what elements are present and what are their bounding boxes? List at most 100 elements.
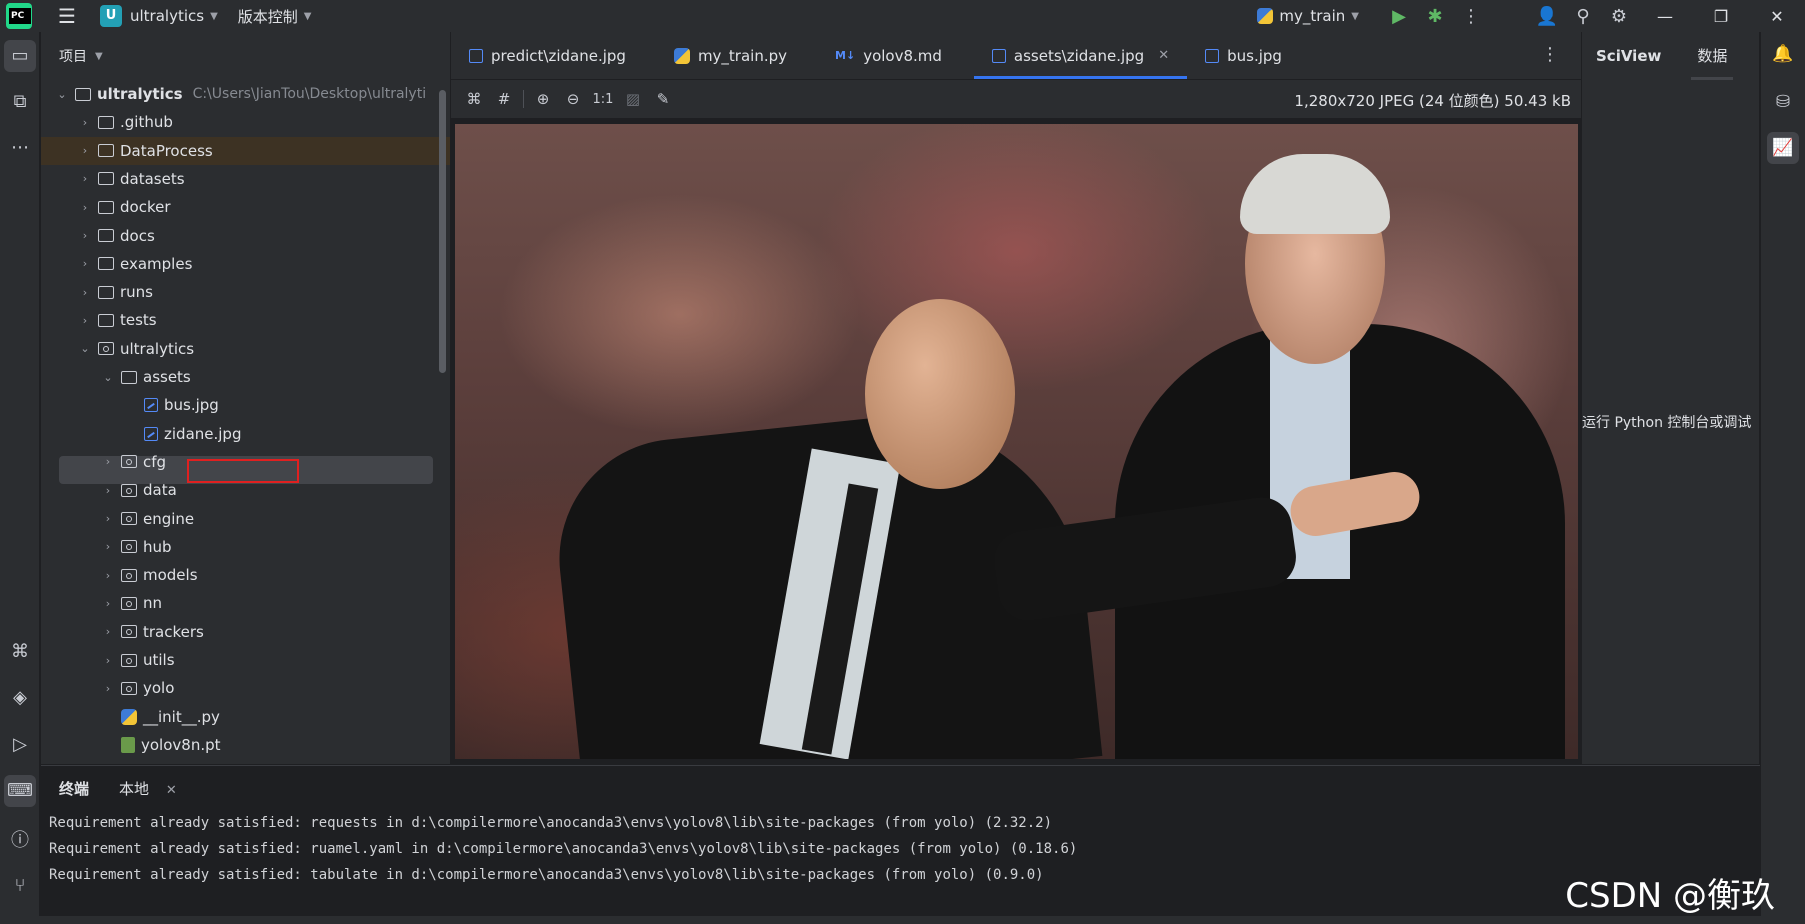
color-picker-icon[interactable]: ✎ (648, 90, 678, 108)
chevron-right-icon[interactable]: › (78, 116, 92, 129)
chevron-right-icon[interactable]: › (101, 597, 115, 610)
vertical-scrollbar[interactable] (439, 90, 446, 373)
project-folder-icon[interactable]: ▭ (4, 40, 36, 72)
sciview-icon[interactable]: 📈 (1767, 132, 1799, 164)
tab-sciview[interactable]: SciView (1582, 32, 1675, 80)
tree-item[interactable]: › DataProcess (41, 136, 450, 165)
tree-item[interactable]: › nn (41, 589, 450, 617)
tree-item[interactable]: zidane.jpg (41, 420, 450, 448)
chevron-right-icon[interactable]: › (101, 540, 115, 553)
tabs-more-icon[interactable]: ⋮ (1541, 44, 1559, 65)
minimize-icon[interactable]: — (1637, 7, 1693, 26)
right-tool-strip: 🔔 ⛁ 📈 (1760, 32, 1805, 916)
tab-assets-zidane[interactable]: assets\zidane.jpg ✕ (973, 32, 1188, 79)
folder-icon (98, 200, 114, 214)
tab-data[interactable]: 数据 (1683, 32, 1741, 80)
python-file-icon (121, 708, 137, 725)
tree-item-label: assets (143, 368, 191, 386)
close-tab-icon[interactable]: ✕ (1158, 48, 1169, 63)
chevron-right-icon[interactable]: › (78, 286, 92, 299)
main-menu-icon[interactable]: ☰ (58, 6, 80, 26)
chevron-right-icon[interactable]: › (101, 654, 115, 667)
tree-item[interactable]: › tests (41, 306, 450, 334)
chevron-right-icon[interactable]: › (78, 229, 92, 242)
chevron-right-icon[interactable]: › (101, 484, 115, 497)
close-tab-icon[interactable]: ✕ (166, 783, 177, 798)
chevron-right-icon[interactable]: › (101, 569, 115, 582)
run-config-label: my_train (1279, 7, 1346, 25)
tab-local[interactable]: 本地 ✕ (119, 778, 177, 799)
tab-label: predict\zidane.jpg (491, 46, 626, 65)
git-icon[interactable]: ⑂ (4, 870, 36, 902)
vcs-menu[interactable]: 版本控制 (238, 6, 298, 27)
tree-item-label: examples (120, 254, 193, 273)
add-user-icon[interactable]: 👤 (1529, 6, 1565, 27)
structure-icon[interactable]: ⧉ (4, 86, 36, 118)
tree-item[interactable]: › utils (41, 646, 450, 674)
tree-item[interactable]: ⌄ ultralytics C:\Users\JianTou\Desktop\ult… (41, 80, 450, 108)
chevron-right-icon[interactable]: › (78, 172, 92, 185)
chevron-right-icon[interactable]: › (101, 625, 115, 638)
chevron-down-icon[interactable]: ▼ (304, 11, 312, 22)
tree-item[interactable]: › docker (41, 193, 450, 221)
tab-predict-zidane[interactable]: predict\zidane.jpg (451, 32, 644, 79)
services-icon[interactable]: ▷ (4, 729, 36, 761)
chevron-right-icon[interactable]: › (101, 455, 115, 468)
tree-item[interactable]: ⌄ assets (41, 363, 450, 391)
python-console-icon[interactable]: ⌘ (4, 636, 36, 668)
chevron-right-icon[interactable]: › (101, 512, 115, 525)
chevron-right-icon[interactable]: › (78, 257, 92, 270)
chevron-down-icon[interactable]: ⌄ (55, 88, 69, 101)
background-icon[interactable]: ▨ (618, 90, 648, 108)
restore-icon[interactable]: ❐ (1693, 7, 1749, 26)
tree-item[interactable]: bus.jpg (41, 391, 450, 419)
run-icon[interactable]: ▶ (1381, 6, 1417, 27)
more-icon[interactable]: ⋮ (1453, 6, 1489, 27)
tree-item[interactable]: ⌄ ultralytics (41, 335, 450, 363)
tree-item[interactable]: › yolo (41, 674, 450, 702)
tree-item[interactable]: › datasets (41, 165, 450, 193)
tree-item[interactable]: yolov8n.pt (41, 731, 450, 759)
notifications-icon[interactable]: 🔔 (1767, 38, 1799, 70)
zoom-out-icon[interactable]: ⊖ (558, 90, 588, 108)
run-config-selector[interactable]: my_train ▼ (1257, 7, 1359, 25)
project-name[interactable]: ultralytics (130, 7, 204, 25)
chevron-right-icon[interactable]: › (78, 144, 92, 157)
close-icon[interactable]: ✕ (1749, 7, 1805, 26)
database-icon[interactable]: ⛁ (1767, 86, 1799, 118)
gear-icon[interactable]: ⚙ (1601, 6, 1637, 27)
terminal-output[interactable]: Requirement already satisfied: requests … (41, 810, 1760, 888)
tree-item[interactable]: › .github (41, 108, 450, 136)
tab-yolov8-md[interactable]: M↓ yolov8.md (805, 32, 960, 79)
tab-my-train[interactable]: my_train.py (644, 32, 805, 79)
tree-item[interactable]: › engine (41, 505, 450, 533)
project-panel-header[interactable]: 项目 ▼ (41, 32, 450, 80)
tree-item[interactable]: › hub (41, 533, 450, 561)
terminal-icon[interactable]: ⌨ (4, 775, 36, 807)
chevron-down-icon[interactable]: ▼ (210, 11, 218, 22)
project-badge[interactable]: U (100, 5, 122, 27)
fit-zoom-icon[interactable]: ⌘ (459, 90, 489, 108)
tree-item[interactable]: › trackers (41, 618, 450, 646)
more-tools-icon[interactable]: ⋯ (4, 132, 36, 164)
debug-icon[interactable]: ✱ (1417, 6, 1453, 27)
tree-item[interactable]: __init__.py (41, 703, 450, 731)
tree-item[interactable]: › examples (41, 250, 450, 278)
problems-icon[interactable]: ⓘ (4, 825, 36, 857)
tab-terminal[interactable]: 终端 (59, 778, 89, 799)
chevron-down-icon[interactable]: ⌄ (101, 371, 115, 384)
zoom-in-icon[interactable]: ⊕ (528, 90, 558, 108)
tree-item[interactable]: › runs (41, 278, 450, 306)
chevron-right-icon[interactable]: › (78, 314, 92, 327)
image-toolbar: ⌘ # ⊕ ⊖ 1:1 ▨ ✎ 1,280x720 JPEG (24 位颜色) … (451, 80, 1581, 118)
search-icon[interactable]: ⚲ (1565, 6, 1601, 27)
grid-icon[interactable]: # (489, 90, 519, 108)
actual-size-button[interactable]: 1:1 (588, 92, 618, 107)
tab-bus[interactable]: bus.jpg (1187, 32, 1300, 79)
tree-item[interactable]: › models (41, 561, 450, 589)
chevron-right-icon[interactable]: › (101, 682, 115, 695)
layers-icon[interactable]: ◈ (4, 682, 36, 714)
tree-item[interactable]: › docs (41, 222, 450, 250)
chevron-right-icon[interactable]: › (78, 201, 92, 214)
chevron-down-icon[interactable]: ⌄ (78, 342, 92, 355)
